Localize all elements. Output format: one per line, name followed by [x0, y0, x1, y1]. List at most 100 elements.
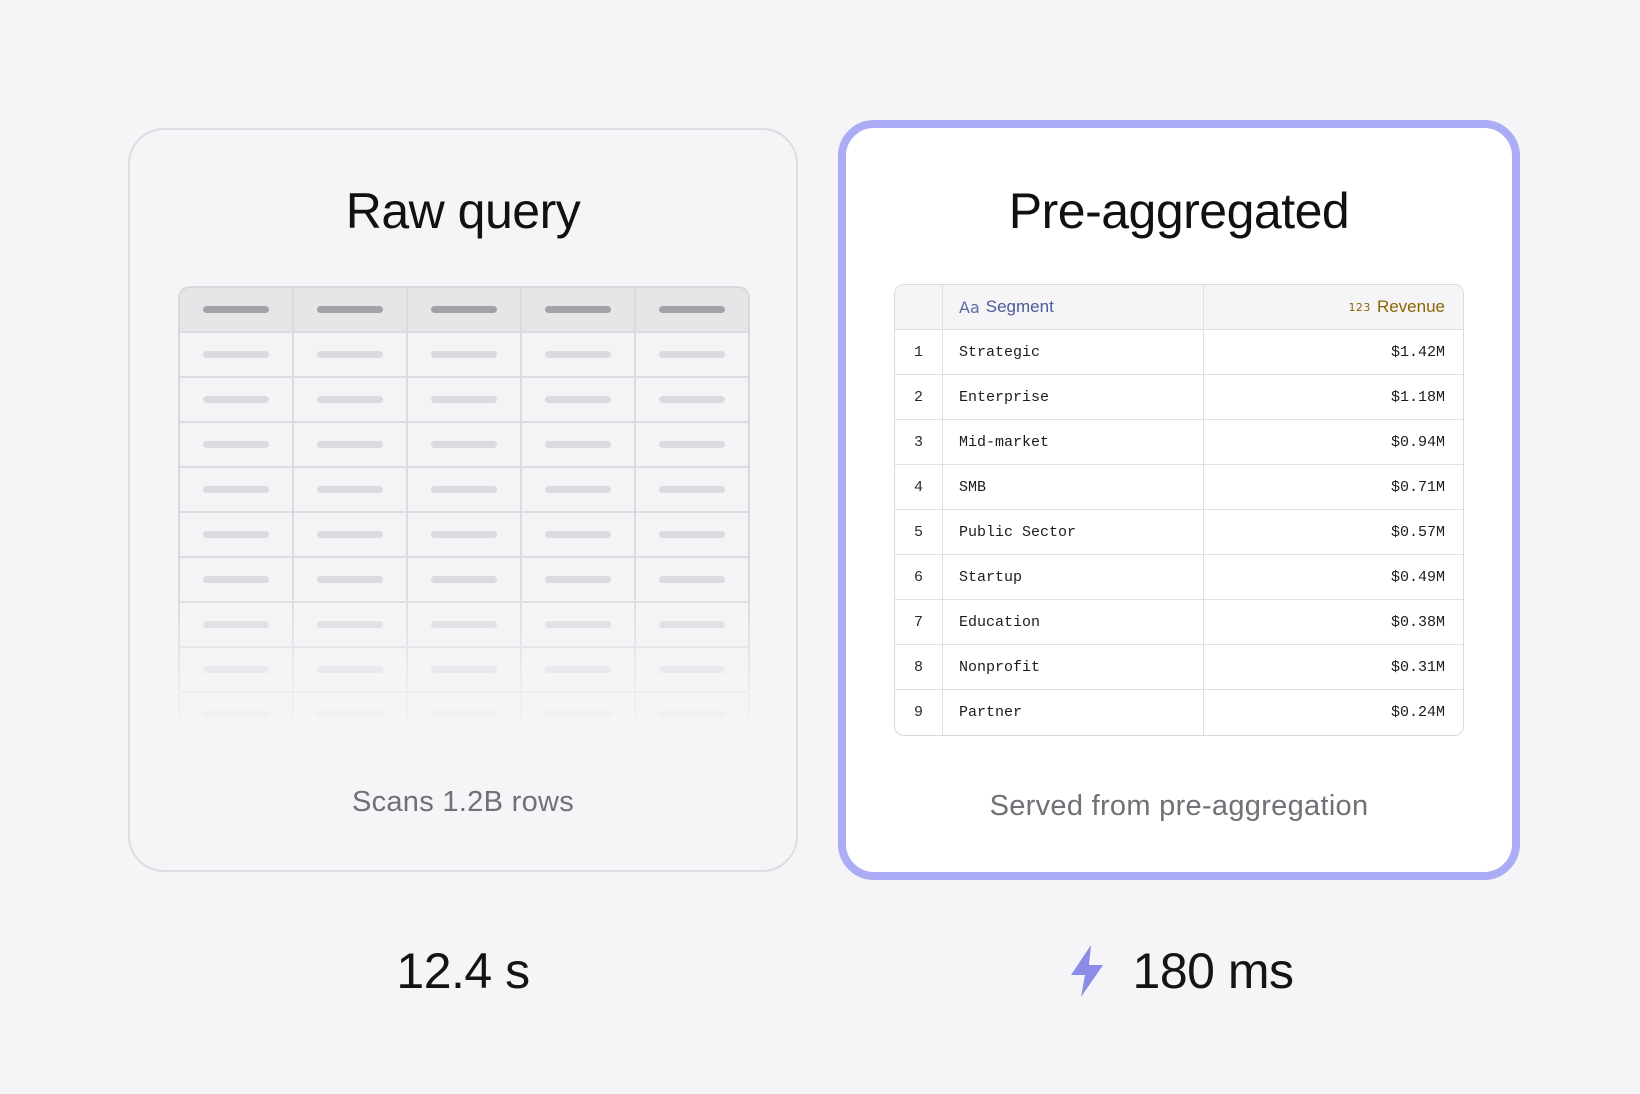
skeleton-cell	[408, 288, 522, 331]
skeleton-cell	[294, 513, 408, 556]
table-row[interactable]: 6 Startup $0.49M	[895, 555, 1463, 600]
table-row[interactable]: 4 SMB $0.71M	[895, 465, 1463, 510]
skeleton-cell	[522, 468, 636, 511]
skeleton-placeholder-bar	[545, 711, 611, 718]
skeleton-cell	[294, 693, 408, 736]
skeleton-placeholder-bar	[317, 711, 383, 718]
skeleton-cell	[522, 558, 636, 601]
segment-cell: Partner	[943, 690, 1204, 735]
revenue-cell: $1.42M	[1390, 343, 1445, 361]
skeleton-cell	[636, 288, 748, 331]
table-row[interactable]: 5 Public Sector $0.57M	[895, 510, 1463, 555]
skeleton-row	[180, 558, 748, 603]
skeleton-cell	[522, 423, 636, 466]
skeleton-cell	[636, 333, 748, 376]
skeleton-cell	[180, 648, 294, 691]
row-index: 1	[895, 330, 943, 374]
table-row[interactable]: 3 Mid-market $0.94M	[895, 420, 1463, 465]
number-type-icon: 123	[1348, 300, 1371, 314]
skeleton-cell	[408, 333, 522, 376]
skeleton-cell	[636, 378, 748, 421]
skeleton-placeholder-bar	[431, 486, 497, 493]
revenue-cell: $1.18M	[1390, 388, 1445, 406]
skeleton-placeholder-bar	[203, 306, 269, 313]
revenue-cell: $0.24M	[1390, 704, 1445, 721]
skeleton-placeholder-bar	[203, 351, 269, 358]
skeleton-cell	[636, 468, 748, 511]
revenue-cell: $0.31M	[1390, 658, 1445, 676]
row-index: 7	[895, 600, 943, 644]
skeleton-cell	[408, 603, 522, 646]
pre-aggregated-timing: 180 ms	[838, 942, 1520, 1000]
skeleton-cell	[408, 693, 522, 736]
skeleton-placeholder-bar	[545, 306, 611, 313]
pre-aggregated-card: Pre-aggregated Aa Segment 123 Revenue 1S…	[838, 120, 1520, 880]
row-index: 2	[895, 375, 943, 419]
segment-cell: Enterprise	[943, 375, 1204, 419]
skeleton-placeholder-bar	[545, 441, 611, 448]
skeleton-placeholder-bar	[545, 351, 611, 358]
skeleton-cell	[294, 423, 408, 466]
skeleton-placeholder-bar	[203, 486, 269, 493]
skeleton-table	[178, 286, 750, 736]
skeleton-cell	[408, 648, 522, 691]
table-row[interactable]: 8 Nonprofit $0.31M	[895, 645, 1463, 690]
column-header-segment[interactable]: Aa Segment	[943, 285, 1204, 329]
raw-query-card: Raw query Scans 1.2B rows	[128, 128, 798, 872]
skeleton-row	[180, 378, 748, 423]
skeleton-placeholder-bar	[659, 351, 725, 358]
raw-timing-value: 12.4 s	[396, 943, 530, 999]
skeleton-placeholder-bar	[545, 621, 611, 628]
skeleton-cell	[294, 468, 408, 511]
skeleton-placeholder-bar	[431, 576, 497, 583]
skeleton-placeholder-bar	[659, 441, 725, 448]
skeleton-placeholder-bar	[431, 441, 497, 448]
skeleton-cell	[180, 513, 294, 556]
skeleton-placeholder-bar	[203, 531, 269, 538]
table-row[interactable]: 7 Education $0.38M	[895, 600, 1463, 645]
pre-timing-value: 180 ms	[1132, 943, 1294, 999]
skeleton-cell	[522, 693, 636, 736]
table-row[interactable]: 1 Strategic $1.42M	[895, 330, 1463, 375]
row-index: 6	[895, 555, 943, 599]
revenue-cell: $0.49M	[1390, 568, 1445, 586]
skeleton-row	[180, 603, 748, 648]
skeleton-placeholder-bar	[659, 306, 725, 313]
column-header-label: Revenue	[1376, 297, 1445, 316]
column-header-revenue[interactable]: 123 Revenue	[1204, 285, 1463, 329]
table-row[interactable]: 9 Partner $0.24M	[895, 690, 1463, 735]
skeleton-placeholder-bar	[431, 306, 497, 313]
skeleton-placeholder-bar	[659, 396, 725, 403]
skeleton-cell	[180, 288, 294, 331]
skeleton-cell	[294, 603, 408, 646]
skeleton-placeholder-bar	[317, 621, 383, 628]
skeleton-placeholder-bar	[431, 396, 497, 403]
revenue-cell: $0.94M	[1390, 433, 1445, 451]
segment-cell: Education	[943, 600, 1204, 644]
skeleton-cell	[294, 558, 408, 601]
skeleton-placeholder-bar	[431, 621, 497, 628]
skeleton-cell	[408, 423, 522, 466]
skeleton-cell	[522, 378, 636, 421]
segment-cell: Strategic	[943, 330, 1204, 374]
skeleton-cell	[522, 288, 636, 331]
skeleton-placeholder-bar	[431, 531, 497, 538]
skeleton-cell	[408, 378, 522, 421]
skeleton-placeholder-bar	[431, 666, 497, 673]
skeleton-cell	[180, 468, 294, 511]
text-type-icon: Aa	[959, 297, 980, 317]
skeleton-cell	[408, 468, 522, 511]
row-index: 4	[895, 465, 943, 509]
skeleton-row	[180, 648, 748, 693]
skeleton-placeholder-bar	[317, 306, 383, 313]
skeleton-cell	[180, 693, 294, 736]
segment-cell: Mid-market	[943, 420, 1204, 464]
table-row[interactable]: 2 Enterprise $1.18M	[895, 375, 1463, 420]
skeleton-cell	[522, 513, 636, 556]
index-column-header	[895, 285, 943, 329]
skeleton-cell	[294, 333, 408, 376]
skeleton-placeholder-bar	[317, 486, 383, 493]
skeleton-cell	[522, 333, 636, 376]
skeleton-cell	[636, 603, 748, 646]
skeleton-cell	[408, 558, 522, 601]
